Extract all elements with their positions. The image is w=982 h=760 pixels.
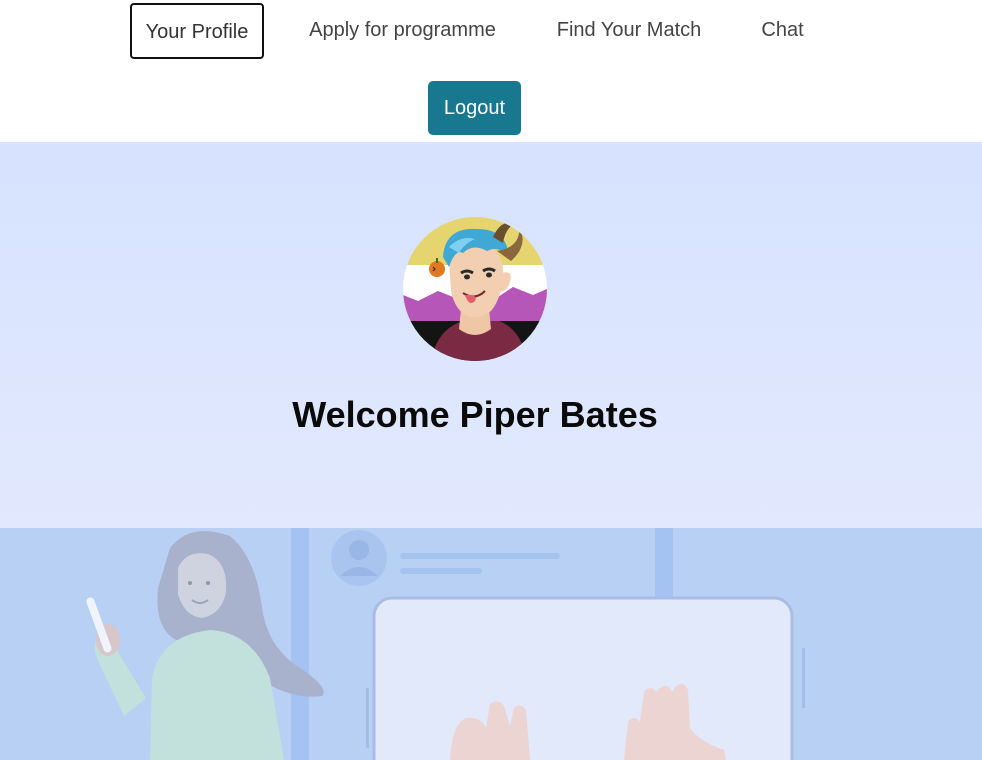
- nav-chat[interactable]: Chat: [750, 3, 815, 59]
- nav-your-profile[interactable]: Your Profile: [130, 3, 264, 59]
- nav-find-your-match[interactable]: Find Your Match: [545, 3, 713, 59]
- video-call-illustration-icon: [0, 528, 982, 760]
- nav-apply-for-programme[interactable]: Apply for programme: [296, 3, 509, 59]
- avatar-illustration-icon: [403, 217, 547, 361]
- logout-button[interactable]: Logout: [428, 81, 521, 135]
- profile-avatar-icon: [403, 217, 547, 361]
- welcome-heading: Welcome Piper Bates: [292, 394, 658, 435]
- illustration-art: [0, 528, 982, 760]
- top-navigation: Your Profile Apply for programme Find Yo…: [0, 0, 982, 142]
